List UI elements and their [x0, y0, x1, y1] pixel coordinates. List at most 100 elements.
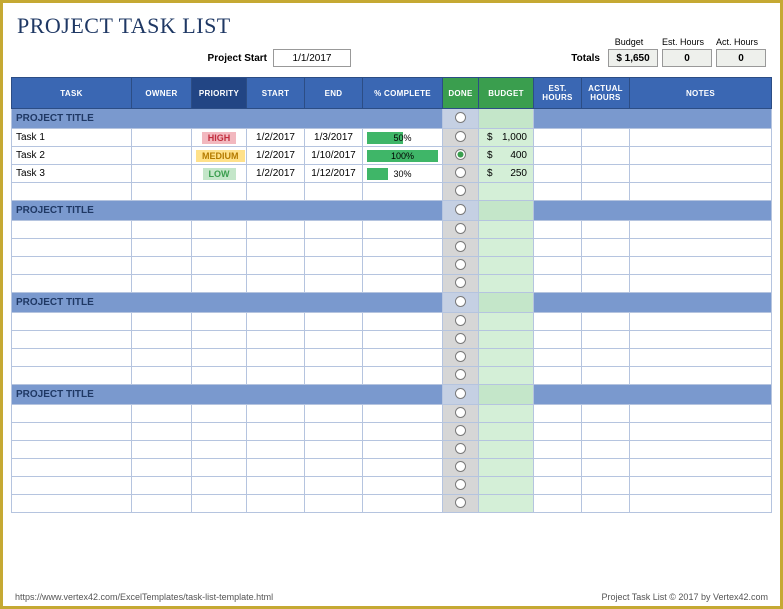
- done-cell[interactable]: [443, 239, 479, 257]
- pct-cell[interactable]: [363, 313, 443, 331]
- acthrs-cell[interactable]: [582, 441, 630, 459]
- start-cell[interactable]: [247, 477, 305, 495]
- done-cell[interactable]: [443, 129, 479, 147]
- acthrs-cell[interactable]: [582, 275, 630, 293]
- owner-cell[interactable]: [132, 423, 192, 441]
- budget-cell[interactable]: [479, 495, 534, 513]
- section-title[interactable]: PROJECT TITLE: [12, 201, 443, 221]
- budget-cell[interactable]: [479, 201, 534, 221]
- budget-cell[interactable]: [479, 441, 534, 459]
- done-cell[interactable]: [443, 385, 479, 405]
- radio-icon[interactable]: [455, 479, 466, 490]
- budget-cell[interactable]: [479, 423, 534, 441]
- task-cell[interactable]: [12, 313, 132, 331]
- end-cell[interactable]: [305, 221, 363, 239]
- notes-cell[interactable]: [630, 165, 772, 183]
- notes-cell[interactable]: [630, 367, 772, 385]
- owner-cell[interactable]: [132, 165, 192, 183]
- priority-cell[interactable]: [192, 405, 247, 423]
- done-cell[interactable]: [443, 367, 479, 385]
- owner-cell[interactable]: [132, 239, 192, 257]
- radio-icon[interactable]: [455, 497, 466, 508]
- pct-cell[interactable]: [363, 495, 443, 513]
- acthrs-cell[interactable]: [582, 147, 630, 165]
- priority-cell[interactable]: [192, 441, 247, 459]
- start-cell[interactable]: [247, 221, 305, 239]
- budget-cell[interactable]: [479, 385, 534, 405]
- done-cell[interactable]: [443, 221, 479, 239]
- priority-cell[interactable]: [192, 349, 247, 367]
- done-cell[interactable]: [443, 165, 479, 183]
- end-cell[interactable]: [305, 495, 363, 513]
- priority-cell[interactable]: HIGH: [192, 129, 247, 147]
- esthrs-cell[interactable]: [534, 221, 582, 239]
- radio-icon[interactable]: [455, 112, 466, 123]
- esthrs-cell[interactable]: [534, 495, 582, 513]
- notes-cell[interactable]: [630, 221, 772, 239]
- notes-cell[interactable]: [630, 331, 772, 349]
- notes-cell[interactable]: [630, 459, 772, 477]
- esthrs-cell[interactable]: [534, 349, 582, 367]
- priority-cell[interactable]: [192, 183, 247, 201]
- acthrs-cell[interactable]: [582, 367, 630, 385]
- esthrs-cell[interactable]: [534, 129, 582, 147]
- end-cell[interactable]: [305, 367, 363, 385]
- budget-cell[interactable]: [479, 239, 534, 257]
- done-cell[interactable]: [443, 459, 479, 477]
- end-cell[interactable]: [305, 441, 363, 459]
- priority-cell[interactable]: [192, 459, 247, 477]
- owner-cell[interactable]: [132, 221, 192, 239]
- owner-cell[interactable]: [132, 405, 192, 423]
- task-cell[interactable]: [12, 221, 132, 239]
- owner-cell[interactable]: [132, 477, 192, 495]
- esthrs-cell[interactable]: [534, 275, 582, 293]
- esthrs-cell[interactable]: [534, 331, 582, 349]
- section-title[interactable]: PROJECT TITLE: [12, 293, 443, 313]
- radio-icon[interactable]: [455, 185, 466, 196]
- end-cell[interactable]: [305, 423, 363, 441]
- priority-cell[interactable]: [192, 495, 247, 513]
- task-cell[interactable]: [12, 477, 132, 495]
- notes-cell[interactable]: [630, 239, 772, 257]
- task-cell[interactable]: [12, 423, 132, 441]
- radio-icon[interactable]: [455, 369, 466, 380]
- notes-cell[interactable]: [630, 423, 772, 441]
- esthrs-cell[interactable]: [534, 367, 582, 385]
- radio-icon[interactable]: [455, 131, 466, 142]
- notes-cell[interactable]: [630, 275, 772, 293]
- task-cell[interactable]: [12, 441, 132, 459]
- done-cell[interactable]: [443, 423, 479, 441]
- task-cell[interactable]: [12, 239, 132, 257]
- budget-cell[interactable]: [479, 459, 534, 477]
- budget-cell[interactable]: [479, 313, 534, 331]
- radio-icon[interactable]: [455, 223, 466, 234]
- owner-cell[interactable]: [132, 183, 192, 201]
- task-cell[interactable]: [12, 275, 132, 293]
- esthrs-cell[interactable]: [534, 257, 582, 275]
- acthrs-cell[interactable]: [582, 349, 630, 367]
- done-cell[interactable]: [443, 147, 479, 165]
- radio-icon[interactable]: [455, 259, 466, 270]
- pct-cell[interactable]: [363, 221, 443, 239]
- start-cell[interactable]: 1/2/2017: [247, 165, 305, 183]
- radio-icon[interactable]: [455, 443, 466, 454]
- owner-cell[interactable]: [132, 147, 192, 165]
- priority-cell[interactable]: [192, 275, 247, 293]
- start-cell[interactable]: [247, 423, 305, 441]
- start-cell[interactable]: [247, 495, 305, 513]
- notes-cell[interactable]: [630, 349, 772, 367]
- notes-cell[interactable]: [630, 405, 772, 423]
- owner-cell[interactable]: [132, 349, 192, 367]
- end-cell[interactable]: 1/12/2017: [305, 165, 363, 183]
- notes-cell[interactable]: [630, 495, 772, 513]
- end-cell[interactable]: [305, 405, 363, 423]
- budget-cell[interactable]: $250: [479, 165, 534, 183]
- done-cell[interactable]: [443, 349, 479, 367]
- notes-cell[interactable]: [630, 441, 772, 459]
- radio-icon[interactable]: [455, 425, 466, 436]
- pct-cell[interactable]: [363, 331, 443, 349]
- radio-icon[interactable]: [455, 333, 466, 344]
- start-cell[interactable]: [247, 183, 305, 201]
- priority-cell[interactable]: [192, 221, 247, 239]
- pct-cell[interactable]: [363, 183, 443, 201]
